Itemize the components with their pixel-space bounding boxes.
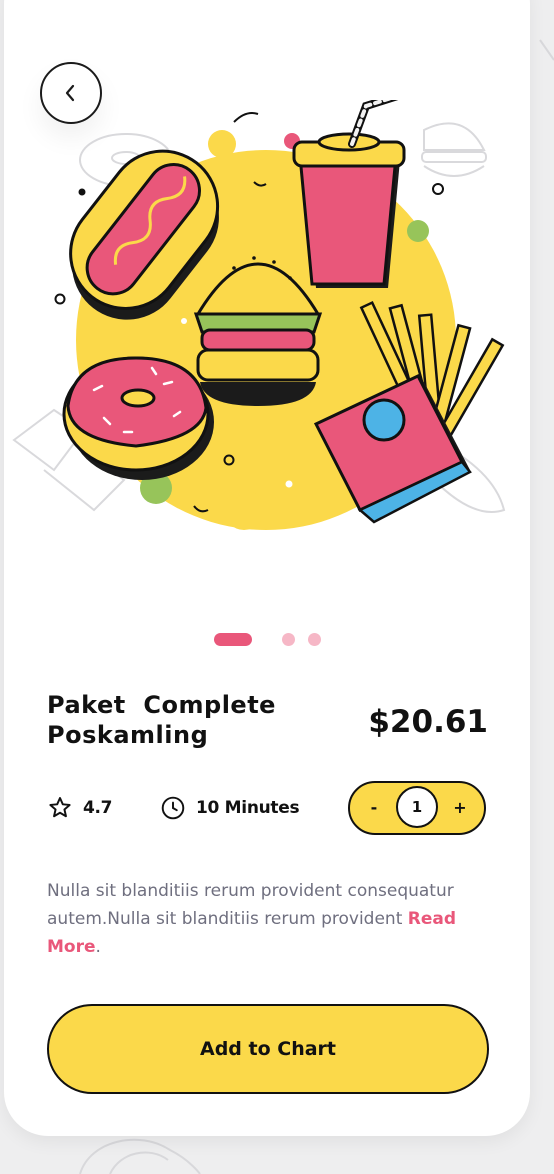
description-trailing: . [95,937,101,957]
rating: 4.7 [47,792,113,824]
rating-value: 4.7 [83,798,113,818]
duration: 10 Minutes [160,792,300,824]
product-title: Paket Complete Poskamling [47,690,307,750]
decrease-quantity-button[interactable]: - [356,783,392,832]
carousel-dot-2[interactable] [282,633,295,646]
product-meta: 4.7 10 Minutes - 1 + [47,781,497,835]
product-title-line-2: Poskamling [47,721,209,749]
star-outline-icon [49,797,71,818]
product-title-line-1: Paket Complete [47,691,276,719]
duration-value: 10 Minutes [196,798,300,818]
clock-icon [161,796,185,820]
quantity-stepper: - 1 + [348,781,486,835]
carousel-dot-3[interactable] [308,633,321,646]
food-illustration [12,100,506,530]
product-card: Paket Complete Poskamling $20.61 4.7 10 … [4,0,530,1136]
carousel-indicator [214,633,334,647]
description-text: Nulla sit blanditiis rerum provident con… [47,881,454,929]
add-to-chart-button[interactable]: Add to Chart [47,1004,489,1094]
carousel-dot-1[interactable] [214,633,252,646]
quantity-value: 1 [396,786,438,828]
product-description: Nulla sit blanditiis rerum provident con… [47,877,487,961]
product-price: $20.61 [368,704,488,740]
increase-quantity-button[interactable]: + [442,783,478,832]
